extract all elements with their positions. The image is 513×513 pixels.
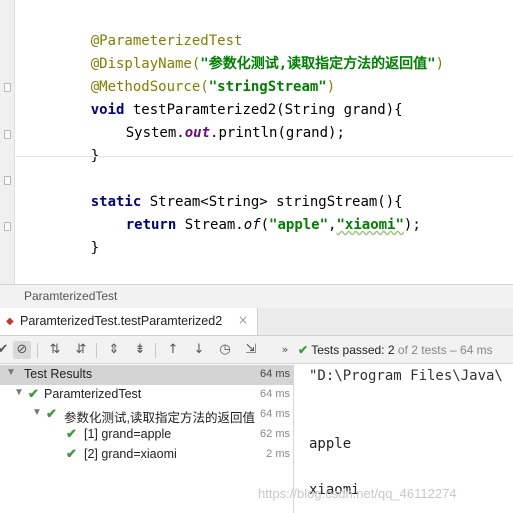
sort-duration-icon[interactable]: ⇵ — [72, 341, 90, 359]
tree-row-label: 参数化测试,读取指定方法的返回值 — [64, 411, 255, 425]
string-token: "xiaomi" — [336, 217, 404, 233]
fold-marker-icon[interactable] — [4, 176, 11, 185]
run-tab[interactable]: ◆ ParamterizedTest.testParamterized2 × — [0, 308, 258, 335]
sort-alpha-icon[interactable]: ⇅ — [46, 341, 64, 359]
code-line-9: } — [57, 214, 99, 256]
expand-arrow-icon[interactable]: ▼ — [32, 407, 42, 418]
code-token: ( — [260, 217, 270, 233]
test-status: ✔ Tests passed: 2 of 2 tests – 64 ms — [298, 343, 493, 357]
tree-row-label: ParamterizedTest — [44, 387, 142, 401]
code-line-6: } — [57, 122, 99, 164]
code-token: Stream. — [176, 217, 244, 233]
expand-arrow-icon[interactable]: ▼ — [14, 387, 24, 398]
editor-gutter — [0, 0, 14, 284]
code-line-8: return Stream.of("apple","xiaomi"); — [92, 191, 421, 233]
keyword-token: return — [125, 217, 177, 233]
code-line-2: @DisplayName("参数化测试,读取指定方法的返回值") — [57, 30, 444, 72]
run-panel-title-bar: ParamterizedTest — [0, 284, 513, 308]
code-token: .println(grand); — [210, 125, 345, 141]
pass-check-icon: ✔ — [46, 406, 57, 421]
tree-row-time: 62 ms — [260, 428, 290, 440]
method-separator — [15, 156, 513, 157]
code-token: } — [90, 240, 100, 256]
tree-row-case[interactable]: ✔ [2] grand=xiaomi 2 ms — [0, 445, 294, 465]
string-token: "apple" — [269, 217, 329, 233]
method-token: of — [243, 217, 261, 233]
gutter-divider — [14, 0, 15, 284]
collapse-all-icon[interactable]: ⇟ — [131, 341, 149, 359]
status-prefix: Tests passed: — [311, 343, 388, 357]
run-panel-title: ParamterizedTest — [24, 289, 118, 303]
expand-all-icon[interactable]: ⇕ — [105, 341, 123, 359]
tree-row-time: 64 ms — [260, 388, 290, 400]
code-line-3: @MethodSource("stringStream") — [57, 53, 335, 95]
code-line-1: @ParameterizedTest — [57, 7, 243, 49]
tree-row-time: 2 ms — [266, 448, 290, 460]
tree-row-label: Test Results — [24, 367, 93, 381]
prev-failed-icon[interactable]: ↑ — [164, 341, 182, 359]
tree-row-time: 64 ms — [260, 408, 290, 420]
more-actions-icon[interactable]: » — [276, 341, 294, 359]
tree-row-case[interactable]: ✔ [1] grand=apple 62 ms — [0, 425, 294, 445]
toolbar-divider — [155, 343, 156, 358]
rerun-icon[interactable]: ✔ — [0, 341, 12, 359]
field-token: out — [184, 125, 211, 141]
run-config-icon: ◆ — [6, 316, 14, 327]
pass-check-icon: ✔ — [298, 343, 309, 357]
expand-arrow-icon[interactable]: ▼ — [6, 367, 16, 378]
console-line: apple — [309, 436, 352, 452]
code-line-5: System.out.println(grand); — [92, 99, 345, 141]
tree-row-label: [1] grand=apple — [84, 427, 172, 441]
annotation-token: ) — [435, 56, 445, 72]
test-results-tree: ▼ ✔ Test Results 64 ms ▼ ✔ ParamterizedT… — [0, 364, 294, 513]
console-line: "D:\Program Files\Java\ — [309, 368, 503, 384]
tree-row-method[interactable]: ▼ ✔ 参数化测试,读取指定方法的返回值 64 ms — [0, 405, 294, 425]
watermark: https://blog.csdn.net/qq_46112274 — [258, 486, 457, 501]
fold-marker-icon[interactable] — [4, 130, 11, 139]
status-passed-count: 2 — [387, 343, 395, 357]
code-editor[interactable]: @ParameterizedTest @DisplayName("参数化测试,读… — [0, 0, 513, 284]
run-tab-bar: ◆ ParamterizedTest.testParamterized2 × — [0, 308, 513, 336]
toolbar-divider — [37, 343, 38, 358]
code-line-7: static Stream<String> stringStream(){ — [57, 168, 403, 210]
code-token: System. — [125, 125, 185, 141]
pass-check-icon: ✔ — [66, 426, 77, 441]
stop-icon[interactable]: ⊘ — [13, 341, 31, 359]
fold-marker-icon[interactable] — [4, 222, 11, 231]
close-icon[interactable]: × — [238, 313, 248, 327]
next-failed-icon[interactable]: ↓ — [190, 341, 208, 359]
tree-row-label: [2] grand=xiaomi — [84, 447, 177, 461]
code-line-4: void testParamterized2(String grand){ — [57, 76, 403, 118]
toolbar-divider — [96, 343, 97, 358]
test-toolbar: ✔ ⊘ ⇅ ⇵ ⇕ ⇟ ↑ ↓ ◷ ⇲ » ✔ Tests passed: 2 … — [0, 336, 513, 364]
status-suffix: of 2 tests – 64 ms — [394, 343, 493, 357]
fold-marker-icon[interactable] — [4, 83, 11, 92]
tree-row-class[interactable]: ▼ ✔ ParamterizedTest 64 ms — [0, 385, 294, 405]
tree-row-root[interactable]: ▼ ✔ Test Results 64 ms — [0, 365, 294, 385]
tree-row-time: 64 ms — [260, 368, 290, 380]
export-icon[interactable]: ⇲ — [242, 341, 260, 359]
history-icon[interactable]: ◷ — [216, 341, 234, 359]
run-tab-label: ParamterizedTest.testParamterized2 — [20, 314, 223, 328]
pass-check-icon: ✔ — [28, 386, 39, 401]
pass-check-icon: ✔ — [66, 446, 77, 461]
code-token: ); — [403, 217, 421, 233]
